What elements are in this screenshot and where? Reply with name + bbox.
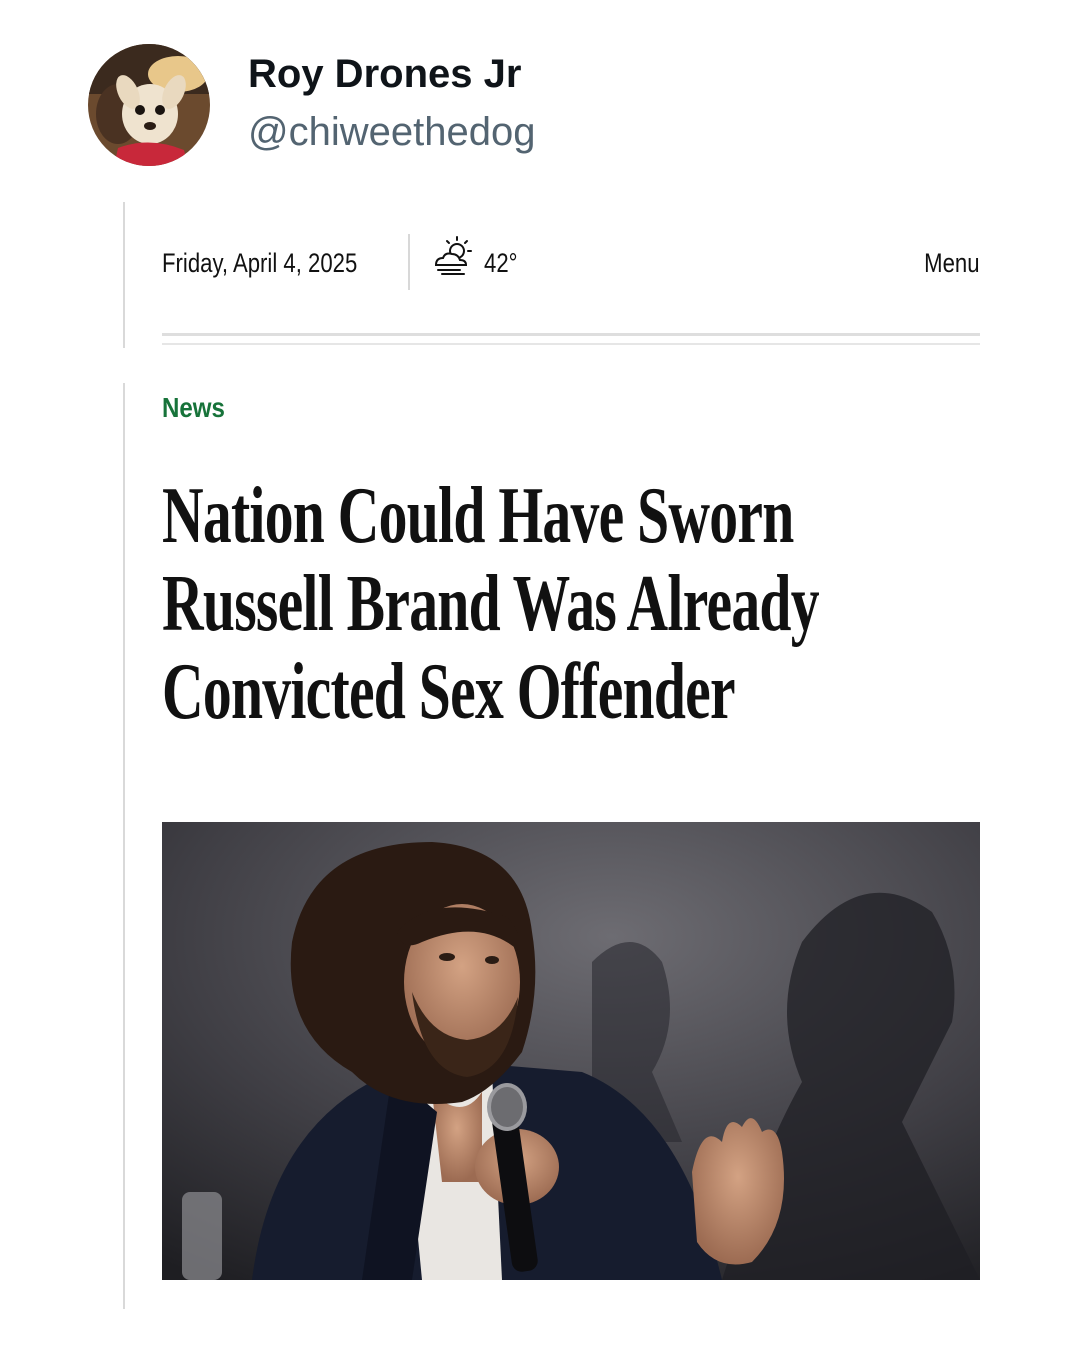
embed-left-border [123,202,125,348]
weather-temperature: 42° [484,248,518,278]
man-speaking-into-microphone-photo-icon [162,822,980,1280]
article-date: Friday, April 4, 2025 [162,248,358,278]
article-headline[interactable]: Nation Could Have Sworn Russell Brand Wa… [162,472,882,736]
headline-line: Russell Brand Was Already [162,560,820,648]
header-rule-secondary [162,343,980,345]
embed-left-border-lower [123,383,125,1309]
menu-button[interactable]: Menu [925,248,980,279]
headline-line: Convicted Sex Offender [162,648,736,736]
author-name[interactable]: Roy Drones Jr [248,52,521,97]
topbar-divider [408,234,410,290]
author-handle[interactable]: @chiweethedog [248,110,535,155]
partly-cloudy-icon [434,236,472,275]
avatar[interactable] [88,44,210,166]
header-rule [162,333,980,336]
section-label[interactable]: News [162,392,225,424]
headline-line: Nation Could Have Sworn [162,472,794,560]
chihuahua-avatar-icon [88,44,210,166]
article-hero-image[interactable] [162,822,980,1280]
article-topbar: Friday, April 4, 2025 42° Menu [162,232,980,292]
